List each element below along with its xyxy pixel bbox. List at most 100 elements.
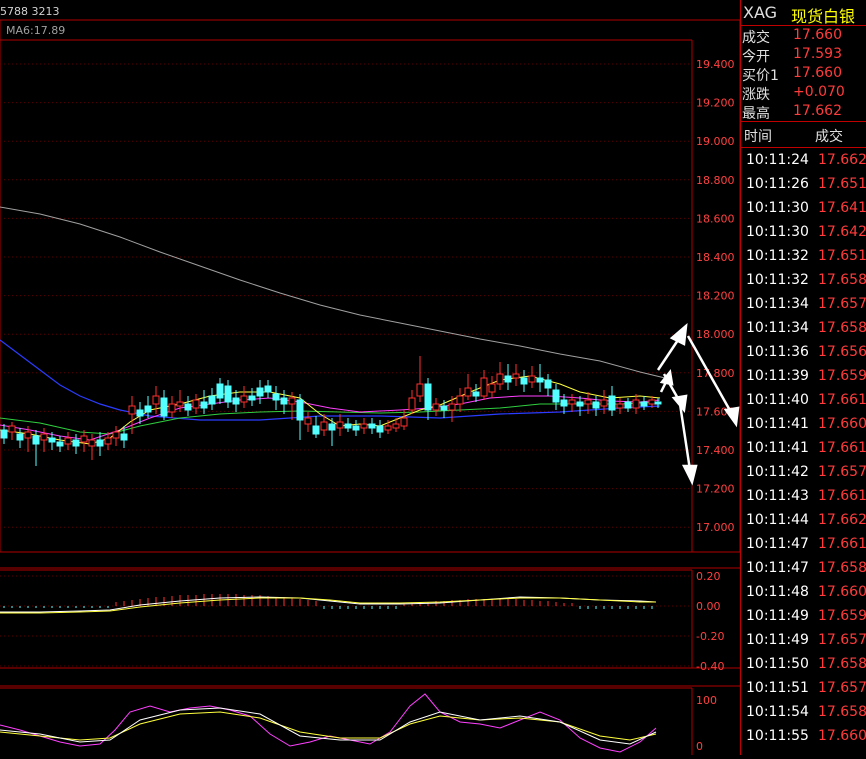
quote-label: 最高 xyxy=(742,106,770,122)
tick-row[interactable]: 10:11:36 17.656 xyxy=(741,344,866,368)
tick-row[interactable]: 10:11:30 17.641 xyxy=(741,200,866,224)
candle-body xyxy=(496,373,504,385)
candle-body xyxy=(504,375,512,383)
tick-row[interactable]: 10:11:48 17.660 xyxy=(741,584,866,608)
tick-row[interactable]: 10:11:40 17.661 xyxy=(741,392,866,416)
quote-value: 17.660 xyxy=(793,27,842,43)
tick-time: 10:11:48 xyxy=(746,584,809,600)
price-panel-border xyxy=(0,19,741,553)
tick-row[interactable]: 10:11:55 17.660 xyxy=(741,728,866,752)
tick-price: 17.651 xyxy=(818,248,866,264)
candle-body xyxy=(360,423,368,429)
quote-row-open: 今开 17.593 xyxy=(741,46,866,65)
quote-value: 17.662 xyxy=(793,103,842,119)
tick-row[interactable]: 10:11:30 17.642 xyxy=(741,224,866,248)
candle-body xyxy=(216,383,224,399)
tick-time: 10:11:41 xyxy=(746,416,809,432)
candle-body xyxy=(576,401,584,407)
tick-row[interactable]: 10:11:47 17.658 xyxy=(741,560,866,584)
tick-price: 17.659 xyxy=(818,368,866,384)
candle-body xyxy=(392,423,400,429)
chart-header-text: 5788 3213 xyxy=(0,5,60,18)
tick-row[interactable]: 10:11:32 17.651 xyxy=(741,248,866,272)
tick-row[interactable]: 10:11:39 17.659 xyxy=(741,368,866,392)
tick-time: 10:11:32 xyxy=(746,272,809,288)
tick-time: 10:11:55 xyxy=(746,728,809,744)
price-axis-label: 18.800 xyxy=(696,174,735,187)
tick-price: 17.657 xyxy=(818,632,866,648)
quote-value: 17.660 xyxy=(793,65,842,81)
tick-price: 17.662 xyxy=(818,152,866,168)
price-axis-label: 17.200 xyxy=(696,483,735,496)
candle-body xyxy=(408,397,416,411)
tick-price: 17.642 xyxy=(818,224,866,240)
kdj-axis-label: 100 xyxy=(696,694,717,707)
tick-row[interactable]: 10:11:41 17.660 xyxy=(741,416,866,440)
candlestick-chart[interactable]: 5788 3213 MA6:17.89 19.400 19.200 19.000 18… xyxy=(0,0,741,755)
tick-price: 17.660 xyxy=(818,728,866,744)
ma-long-line xyxy=(0,206,666,379)
tick-row[interactable]: 10:11:44 17.662 xyxy=(741,512,866,536)
candle-body xyxy=(128,405,136,415)
tick-row[interactable]: 10:11:41 17.661 xyxy=(741,440,866,464)
price-axis-label: 18.600 xyxy=(696,212,735,225)
symbol-name: 现货白银 xyxy=(791,7,856,26)
tick-row[interactable]: 10:11:24 17.662 xyxy=(741,152,866,176)
macd-axis-label: 0.00 xyxy=(696,600,721,613)
candle-body xyxy=(352,425,360,431)
candle-body xyxy=(256,387,264,397)
candle-body xyxy=(336,421,344,429)
tick-price: 17.658 xyxy=(818,272,866,288)
tick-row[interactable]: 10:11:49 17.659 xyxy=(741,608,866,632)
candle-body xyxy=(64,437,72,445)
tick-row[interactable]: 10:11:54 17.658 xyxy=(741,704,866,728)
macd-axis-label: -0.20 xyxy=(696,630,724,643)
tick-row[interactable]: 10:11:43 17.661 xyxy=(741,488,866,512)
price-axis-label: 18.400 xyxy=(696,251,735,264)
quote-title: XAG 现货白银 xyxy=(741,3,866,26)
price-axis-label: 17.400 xyxy=(696,444,735,457)
tick-row[interactable]: 10:11:42 17.657 xyxy=(741,464,866,488)
candle-body xyxy=(160,397,168,417)
tick-time: 10:11:24 xyxy=(746,152,809,168)
tick-row[interactable]: 10:11:50 17.658 xyxy=(741,656,866,680)
candle-body xyxy=(152,395,160,405)
tick-price: 17.661 xyxy=(818,536,866,552)
quote-label: 今开 xyxy=(742,49,770,65)
candle-body xyxy=(304,417,312,425)
candle-body xyxy=(480,377,488,397)
candle-body xyxy=(472,391,480,397)
tick-row[interactable]: 10:11:32 17.658 xyxy=(741,272,866,296)
tick-row[interactable]: 10:11:34 17.657 xyxy=(741,296,866,320)
candle-body xyxy=(192,399,200,409)
candle-body xyxy=(376,425,384,433)
candle-body xyxy=(552,389,560,403)
tick-price: 17.657 xyxy=(818,464,866,480)
tick-time: 10:11:54 xyxy=(746,704,809,720)
tick-time: 10:11:36 xyxy=(746,344,809,360)
tick-row[interactable]: 10:11:51 17.657 xyxy=(741,680,866,704)
quote-label: 涨跌 xyxy=(742,87,770,103)
tick-row[interactable]: 10:11:34 17.658 xyxy=(741,320,866,344)
candle-body xyxy=(56,441,64,447)
tick-time: 10:11:34 xyxy=(746,296,809,312)
title-divider xyxy=(741,25,866,26)
tick-row[interactable]: 10:11:49 17.657 xyxy=(741,632,866,656)
candle-body xyxy=(200,401,208,409)
arrow-line-5 xyxy=(678,403,692,471)
candle-body xyxy=(456,395,464,405)
col-header-price: 成交 xyxy=(815,129,843,145)
candle-body xyxy=(432,403,440,411)
tick-time: 10:11:47 xyxy=(746,560,809,576)
annotation-arrows xyxy=(656,322,740,486)
tick-price: 17.659 xyxy=(818,608,866,624)
arrow-head-1 xyxy=(669,322,688,346)
tick-row[interactable]: 10:11:26 17.651 xyxy=(741,176,866,200)
price-axis-label: 17.000 xyxy=(696,521,735,534)
tick-row[interactable]: 10:11:47 17.661 xyxy=(741,536,866,560)
chart-area[interactable]: 5788 3213 MA6:17.89 19.400 19.200 19.000 18… xyxy=(0,0,741,755)
candle-body xyxy=(120,433,128,441)
candle-body xyxy=(624,401,632,409)
macd-axis-label: 0.20 xyxy=(696,570,721,583)
candle-body xyxy=(288,397,296,405)
